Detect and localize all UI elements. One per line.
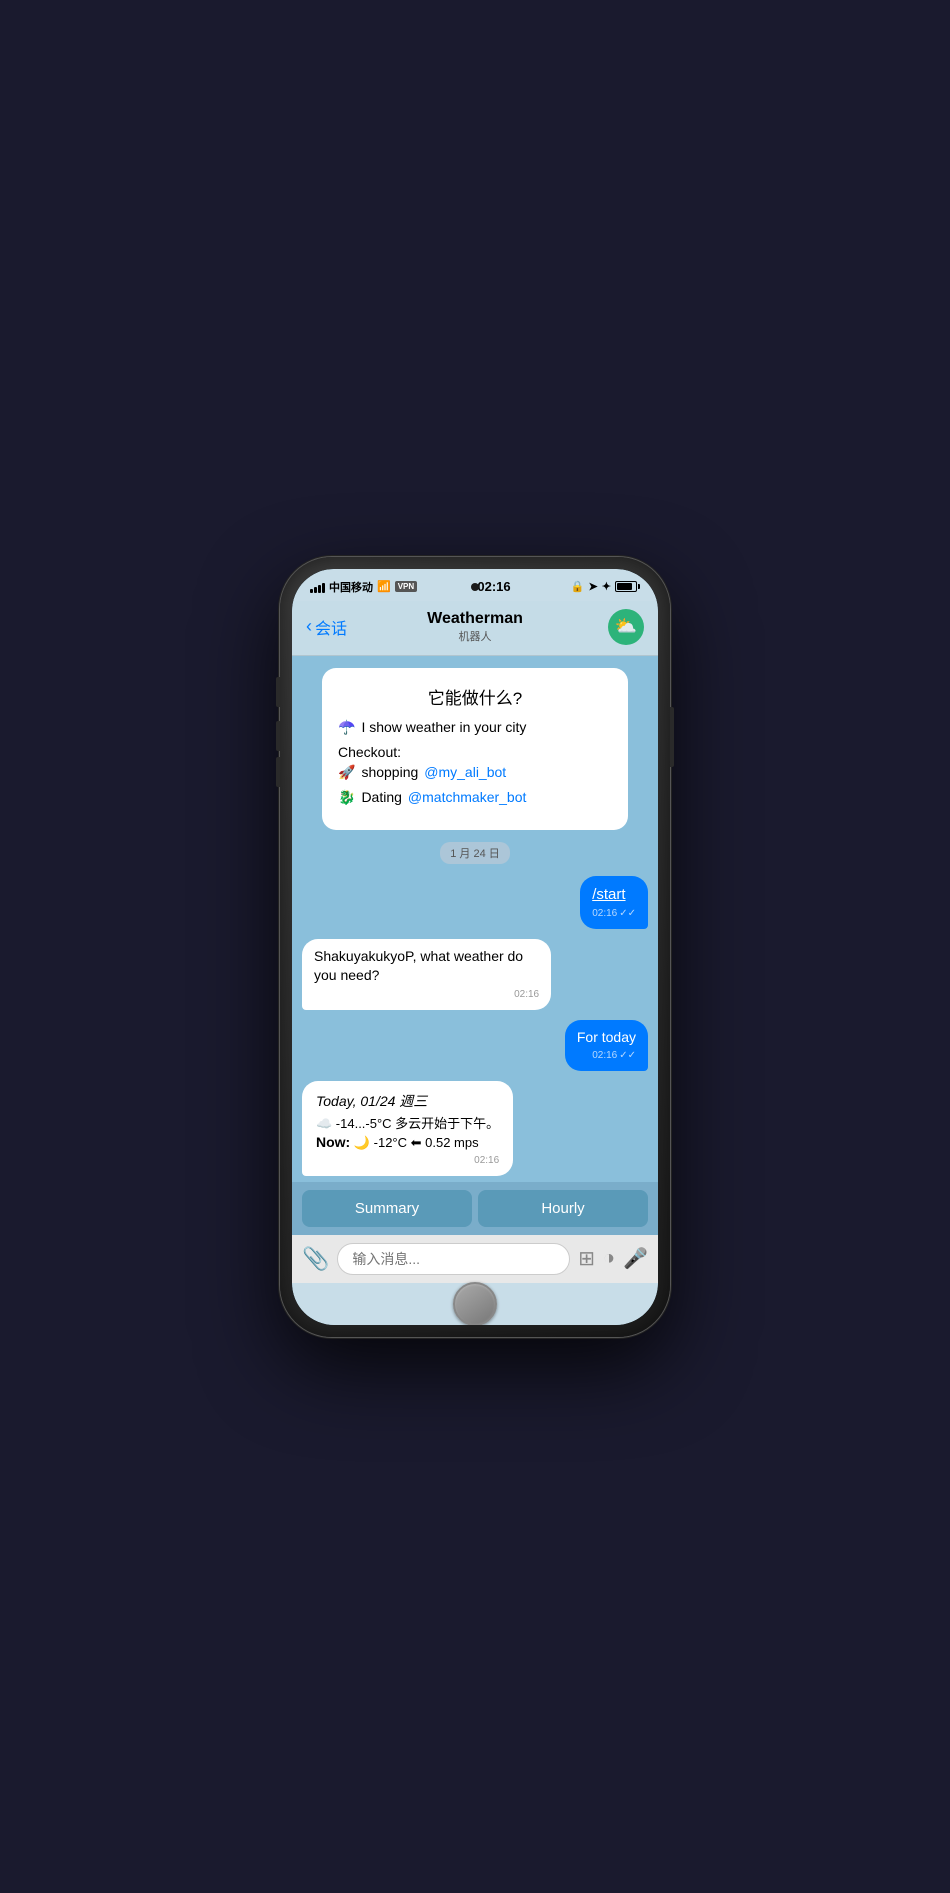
message-input[interactable] [337,1243,570,1275]
signal-bar-1 [310,589,313,593]
fortoday-text: For today [577,1028,636,1048]
fortoday-ticks: ✓✓ [619,1049,636,1063]
reply1-text: ShakuyakukyoP, what weather do you need? [314,947,539,986]
weather-date-line: Today, 01/24 週三 [316,1091,499,1111]
nav-subtitle: 机器人 [391,628,560,644]
reply1-time: 02:16 [514,988,539,1002]
status-right: 🔒 ➤ ✦ [571,580,640,593]
battery-icon [615,581,640,592]
weather-temp-line: ☁️ -14...-5°C 多云开始于下午。 [316,1113,499,1132]
nav-bar: ‹ 会话 Weatherman 机器人 ⛅ [292,601,658,656]
signal-bar-3 [318,585,321,593]
home-area [292,1283,658,1325]
fortoday-meta: 02:16 ✓✓ [577,1049,636,1063]
bot-link2-line: 🐉 Dating @matchmaker_bot [338,789,612,806]
sticker-icon[interactable]: ◑ [603,1247,615,1270]
message-row-fortoday: For today 02:16 ✓✓ [302,1020,648,1072]
message-row-reply1: ShakuyakukyoP, what weather do you need?… [302,939,648,1010]
bot-link1-handle[interactable]: @my_ali_bot [424,764,506,780]
message-row-weather: Today, 01/24 週三 ☁️ -14...-5°C 多云开始于下午。 N… [302,1081,648,1176]
vpn-badge: VPN [395,581,417,592]
reply1-meta: 02:16 [314,988,539,1002]
nav-back-button[interactable]: ‹ 会话 [306,615,391,639]
attach-icon[interactable]: 📎 [302,1246,329,1272]
start-command-text: /start [592,884,625,905]
bot-link2-text: Dating [361,789,401,805]
bot-avatar: ⛅ [608,609,644,645]
start-time: 02:16 [592,907,617,921]
weather-time: 02:16 [474,1155,499,1166]
location-icon: ➤ [589,580,598,593]
nav-center: Weatherman 机器人 [391,610,560,644]
signal-bars [310,581,325,593]
nav-title: Weatherman [391,610,560,628]
camera-notch [471,583,479,591]
quick-reply-bar: Summary Hourly [292,1182,658,1235]
chat-area: 它能做什么? ☂️ I show weather in your city Ch… [292,656,658,1182]
weather-now-bold: Now: [316,1134,350,1150]
bluetooth-icon: ✦ [602,580,611,593]
input-bar: 📎 ⊞ ◑ 🎤 [292,1235,658,1283]
phone-frame: 中国移动 📶 VPN 02:16 🔒 ➤ ✦ [280,557,670,1337]
summary-button[interactable]: Summary [302,1190,472,1227]
emoji-keyboard-icon[interactable]: ⊞ [578,1246,595,1271]
microphone-icon[interactable]: 🎤 [623,1246,648,1271]
back-chevron-icon: ‹ [306,616,312,637]
umbrella-icon: ☂️ [338,719,355,736]
wifi-icon: 📶 [377,580,391,593]
weather-now-line: Now: 🌙 -12°C ⬅ 0.52 mps [316,1134,499,1151]
rocket-icon: 🚀 [338,764,355,781]
screen: 中国移动 📶 VPN 02:16 🔒 ➤ ✦ [292,569,658,1325]
weather-now-detail: 🌙 -12°C ⬅ 0.52 mps [354,1135,479,1150]
bot-intro-card: 它能做什么? ☂️ I show weather in your city Ch… [322,668,628,830]
bot-link1-line: 🚀 shopping @my_ali_bot [338,764,612,781]
weather-meta: 02:16 [316,1155,499,1166]
message-row-start: /start 02:16 ✓✓ [302,876,648,929]
signal-bar-2 [314,587,317,593]
bot-checkout-label: Checkout: [338,744,612,760]
bot-intro-title: 它能做什么? [338,684,612,709]
fortoday-time: 02:16 [592,1049,617,1063]
nav-back-label: 会话 [315,615,347,639]
start-ticks: ✓✓ [619,907,636,921]
nav-avatar-container[interactable]: ⛅ [560,609,645,645]
carrier-name: 中国移动 [329,579,373,595]
bubble-reply1: ShakuyakukyoP, what weather do you need?… [302,939,551,1010]
bot-link1-text: shopping [361,764,418,780]
bot-intro-line1: ☂️ I show weather in your city [338,719,612,736]
lock-icon: 🔒 [571,580,585,593]
bot-intro-text1: I show weather in your city [361,719,526,735]
bubble-fortoday: For today 02:16 ✓✓ [565,1020,648,1072]
bot-link2-handle[interactable]: @matchmaker_bot [408,789,526,805]
status-time: 02:16 [477,579,510,594]
bubble-start: /start 02:16 ✓✓ [580,876,648,929]
hourly-button[interactable]: Hourly [478,1190,648,1227]
status-left: 中国移动 📶 VPN [310,579,417,595]
phone-inner: 中国移动 📶 VPN 02:16 🔒 ➤ ✦ [292,569,658,1325]
avatar-emoji: ⛅ [615,616,637,637]
weather-bubble: Today, 01/24 週三 ☁️ -14...-5°C 多云开始于下午。 N… [302,1081,513,1176]
date-badge: 1 月 24 日 [440,842,510,864]
home-button[interactable] [453,1282,497,1325]
signal-bar-4 [322,583,325,593]
bubble-start-meta: 02:16 ✓✓ [592,907,636,921]
dragon-icon: 🐉 [338,789,355,806]
date-separator: 1 月 24 日 [302,842,648,864]
